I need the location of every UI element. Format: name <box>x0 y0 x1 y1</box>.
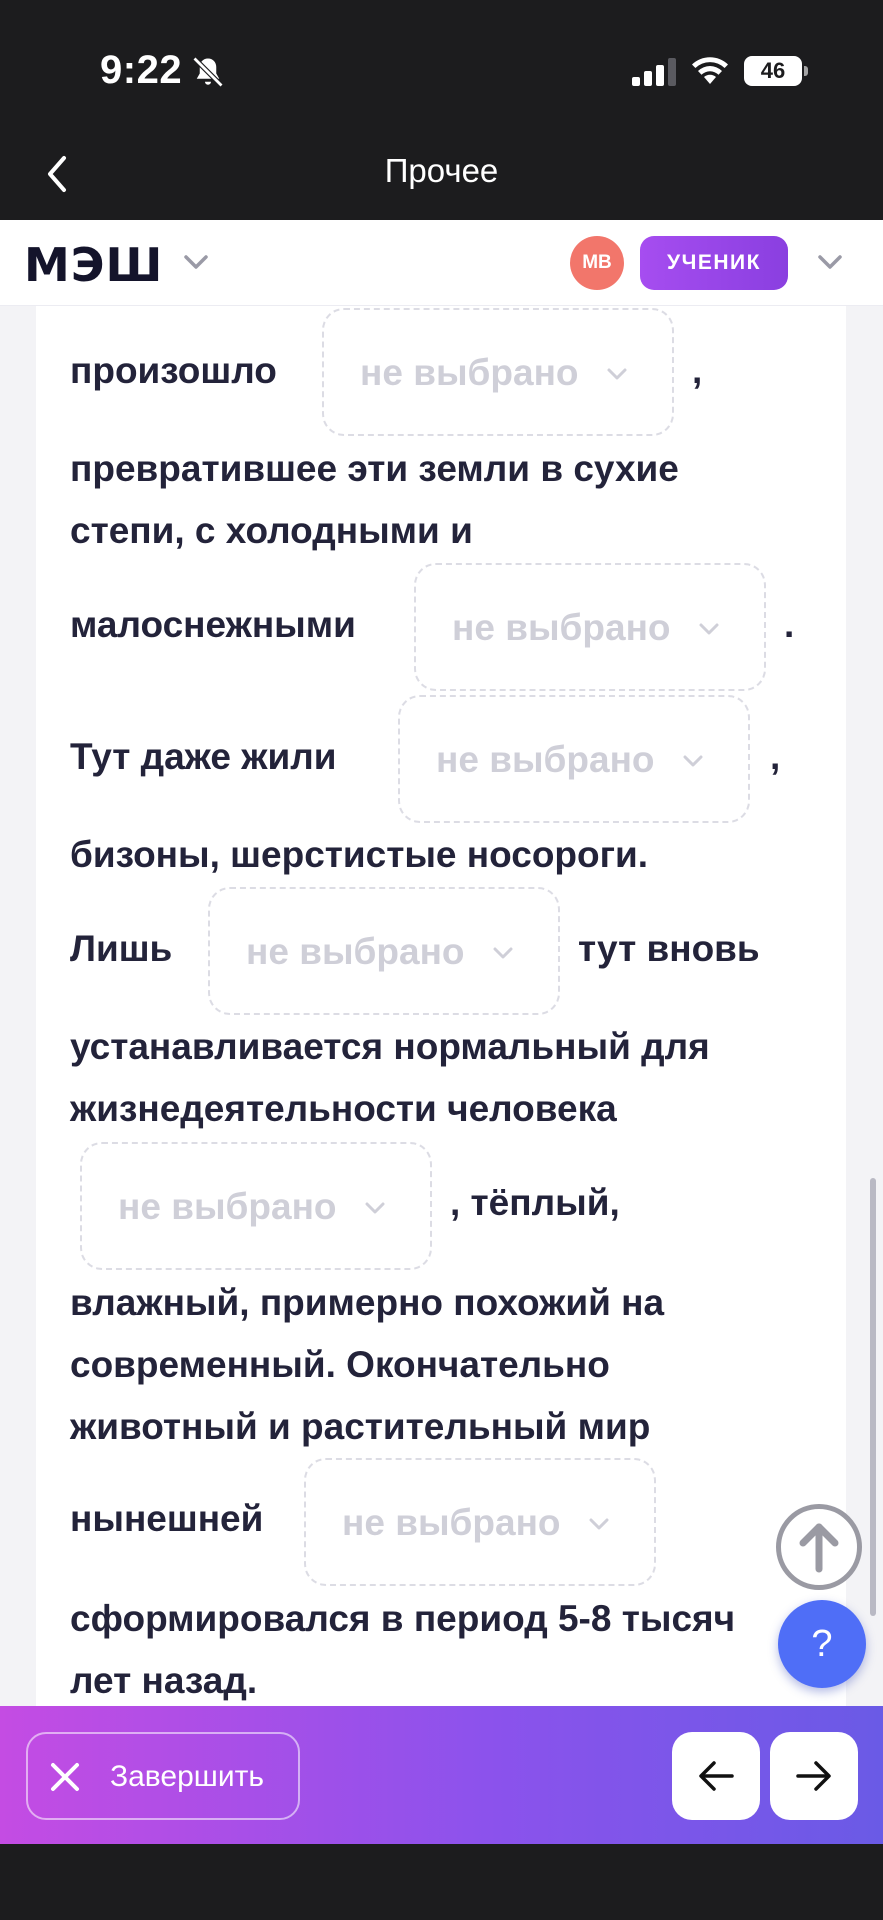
arrow-up-circle-icon <box>799 1523 839 1573</box>
text-fragment: , <box>770 736 781 777</box>
dropdown-placeholder: не выбрано <box>342 1502 561 1543</box>
nav-bar: Прочее <box>0 140 883 220</box>
dropdown-placeholder: не выбрано <box>118 1186 337 1227</box>
chevron-down-icon <box>683 755 703 767</box>
bottom-bar: Завершить <box>0 1706 883 1844</box>
bell-slash-icon <box>192 56 224 88</box>
answer-dropdown[interactable]: не выбрано <box>322 308 674 436</box>
dropdown-placeholder: не выбрано <box>246 931 465 972</box>
answer-dropdown[interactable]: не выбрано <box>80 1142 432 1270</box>
help-button[interactable]: ? <box>778 1600 866 1688</box>
dropdown-placeholder: не выбрано <box>436 739 655 780</box>
text-fragment: лет назад. <box>70 1660 258 1701</box>
chevron-down-icon <box>493 947 513 959</box>
text-fragment: . <box>784 604 795 645</box>
chevron-down-icon[interactable] <box>180 250 212 274</box>
text-fragment: современный. Окончательно <box>70 1344 610 1385</box>
arrow-right-icon <box>796 1761 831 1791</box>
chevron-down-icon <box>607 368 627 380</box>
text-fragment: животный и растительный мир <box>70 1406 651 1447</box>
text-fragment: произошло <box>70 350 277 391</box>
text-fragment: , <box>692 350 703 391</box>
signal-icon <box>632 58 676 86</box>
text-fragment: жизнедеятельности человека <box>70 1088 617 1129</box>
finish-button[interactable]: Завершить <box>26 1732 300 1820</box>
text-fragment: влажный, примерно похожий на <box>70 1282 665 1323</box>
text-fragment: тут вновь <box>578 928 760 969</box>
role-button[interactable]: УЧЕНИК <box>640 236 788 290</box>
text-fragment: малоснежными <box>70 604 356 645</box>
chevron-down-icon <box>699 623 719 635</box>
home-indicator-area <box>0 1844 883 1920</box>
next-button[interactable] <box>770 1732 858 1820</box>
battery-cap <box>804 66 808 76</box>
answer-dropdown[interactable]: не выбрано <box>414 563 766 691</box>
prev-button[interactable] <box>672 1732 760 1820</box>
chevron-down-icon[interactable] <box>814 250 846 274</box>
answer-dropdown[interactable]: не выбрано <box>208 887 560 1015</box>
text-fragment: Тут даже жили <box>70 736 337 777</box>
app-logo[interactable]: МЭШ <box>24 238 163 292</box>
finish-label: Завершить <box>110 1760 264 1793</box>
text-fragment: степи, с холодными и <box>70 510 473 551</box>
chevron-down-icon <box>365 1202 385 1214</box>
answer-dropdown[interactable]: не выбрано <box>304 1458 656 1586</box>
answer-dropdown[interactable]: не выбрано <box>398 695 750 823</box>
text-fragment: превратившее эти земли в сухие <box>70 448 679 489</box>
arrow-left-icon <box>699 1761 734 1791</box>
text-fragment: бизоны, шерстистые носороги. <box>70 834 649 875</box>
wifi-icon <box>692 57 728 84</box>
text-fragment: нынешней <box>70 1498 264 1539</box>
avatar[interactable]: МВ <box>570 236 624 290</box>
scroll-top-button[interactable] <box>776 1504 862 1590</box>
battery-icon: 46 <box>744 56 802 86</box>
dropdown-placeholder: не выбрано <box>360 352 579 393</box>
chevron-down-icon <box>589 1518 609 1530</box>
scrollbar[interactable] <box>870 1178 876 1616</box>
text-fragment: , тёплый, <box>450 1182 620 1223</box>
text-fragment: устанавливается нормальный для <box>70 1026 710 1067</box>
status-bar: 9:22 46 <box>0 0 883 140</box>
dropdown-placeholder: не выбрано <box>452 607 671 648</box>
close-icon <box>51 1763 79 1791</box>
text-fragment: сформировался в период 5-8 тысяч <box>70 1598 736 1639</box>
nav-title: Прочее <box>384 152 499 189</box>
status-time: 9:22 <box>100 48 183 92</box>
text-fragment: Лишь <box>70 928 173 969</box>
